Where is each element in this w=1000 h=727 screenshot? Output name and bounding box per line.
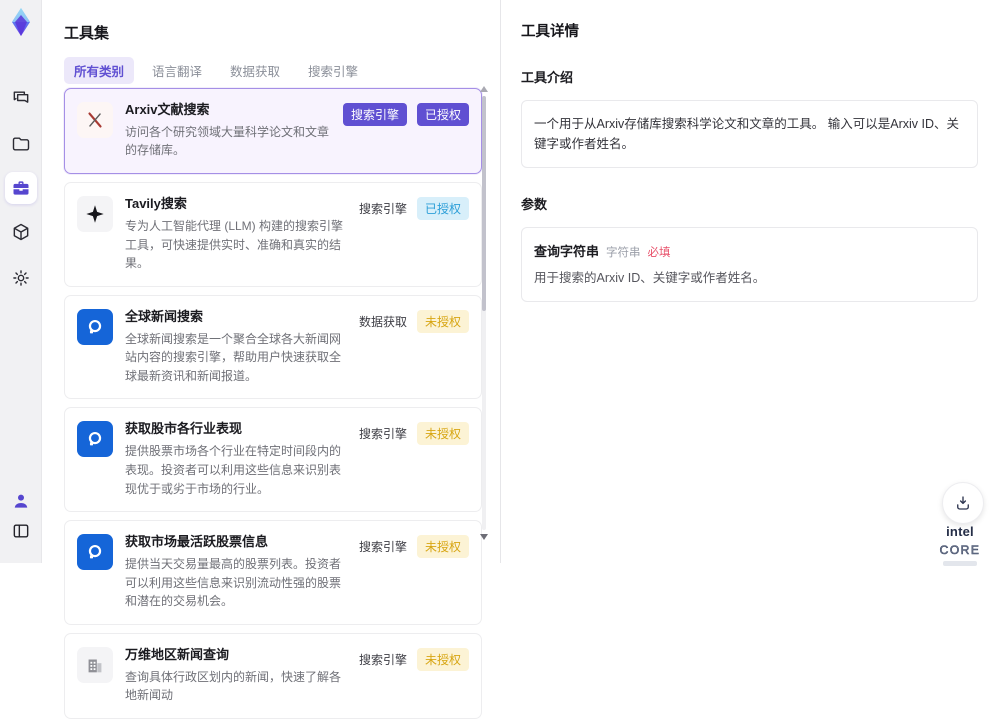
category-label: 数据获取	[358, 314, 407, 329]
tool-meta: 搜索引擎 未授权	[358, 421, 469, 446]
scrollbar-up-arrow[interactable]	[480, 86, 488, 92]
tool-intro-box: 一个用于从Arxiv存储库搜索科学论文和文章的工具。 输入可以是Arxiv ID…	[521, 100, 978, 168]
sidebar-item-chat[interactable]	[5, 82, 37, 114]
tool-card-body: Tavily搜索 专为人工智能代理 (LLM) 构建的搜索引擎工具，可快速提供实…	[125, 196, 347, 273]
tool-card-most-active-stocks[interactable]: 获取市场最活跃股票信息 提供当天交易量最高的股票列表。投资者可以利用这些信息来识…	[64, 520, 482, 625]
tool-card-body: 万维地区新闻查询 查询具体行政区划内的新闻，快速了解各地新闻动	[125, 647, 347, 705]
sidebar-item-panel-toggle[interactable]	[5, 515, 37, 547]
tool-card-regional-news[interactable]: 万维地区新闻查询 查询具体行政区划内的新闻，快速了解各地新闻动 搜索引擎 未授权	[64, 632, 482, 719]
tool-detail-panel: 工具详情 工具介绍 一个用于从Arxiv存储库搜索科学论文和文章的工具。 输入可…	[500, 0, 1000, 563]
sidebar-item-packages[interactable]	[5, 216, 37, 248]
chat-icon	[13, 91, 29, 103]
scrollbar-thumb[interactable]	[482, 96, 486, 311]
detail-panel-title: 工具详情	[521, 24, 579, 40]
tool-description: 专为人工智能代理 (LLM) 构建的搜索引擎工具，可快速提供实时、准确和真实的结…	[125, 218, 344, 271]
list-scrollbar[interactable]	[482, 96, 486, 530]
download-icon	[957, 496, 969, 510]
tool-name: Tavily搜索	[125, 196, 187, 212]
download-button[interactable]	[942, 482, 984, 524]
tool-name: 万维地区新闻查询	[125, 646, 230, 662]
parameter-type: 字符串	[606, 247, 641, 259]
settings-icon	[13, 270, 29, 286]
status-badge: 已授权	[416, 103, 469, 126]
tool-meta: 搜索引擎 已授权	[342, 102, 469, 126]
parameter-required-flag: 必填	[647, 247, 671, 259]
status-badge: 未授权	[416, 535, 469, 559]
tool-name: 获取市场最活跃股票信息	[125, 534, 269, 550]
tab-language-translation[interactable]: 语言翻译	[142, 57, 212, 84]
tool-card-arxiv[interactable]: Arxiv文献搜索 访问各个研究领域大量科学论文和文章的存储库。 搜索引擎 已授…	[64, 88, 482, 175]
category-label: 搜索引擎	[358, 427, 407, 442]
tool-description: 提供股票市场各个行业在特定时间段内的表现。投资者可以利用这些信息来识别表现优于或…	[125, 444, 342, 496]
tavily-star-icon	[77, 196, 113, 233]
sidebar-item-profile[interactable]	[5, 485, 37, 517]
tool-card-body: Arxiv文献搜索 访问各个研究领域大量科学论文和文章的存储库。	[125, 102, 331, 160]
sidebar-item-tools[interactable]	[5, 172, 37, 204]
parameter-header: 查询字符串 字符串 必填	[534, 241, 965, 260]
page-title: 工具集	[64, 25, 110, 42]
tool-meta: 搜索引擎 已授权	[358, 196, 469, 221]
package-icon	[13, 223, 29, 241]
category-label: 搜索引擎	[358, 540, 407, 555]
tool-meta: 数据获取 未授权	[359, 309, 469, 333]
status-badge: 未授权	[416, 422, 469, 446]
parameter-name: 查询字符串	[534, 244, 600, 259]
parameter-description: 用于搜索的Arxiv ID、关键字或作者姓名。	[534, 271, 766, 285]
tool-card-global-news[interactable]: 全球新闻搜索 全球新闻搜索是一个聚合全球各大新闻网站内容的搜索引擎，帮助用户快速…	[64, 294, 482, 400]
arxiv-icon	[77, 102, 113, 138]
tool-card-tavily[interactable]: Tavily搜索 专为人工智能代理 (LLM) 构建的搜索引擎工具，可快速提供实…	[64, 182, 482, 287]
intro-section-title: 工具介绍	[521, 70, 574, 85]
tab-all-categories[interactable]: 所有类别	[64, 57, 135, 84]
tool-list-panel: 工具集 所有类别 语言翻译 数据获取 搜索引擎 Arxiv文献搜索 访问各个研究…	[42, 0, 500, 719]
tool-meta: 搜索引擎 未授权	[358, 534, 469, 559]
news-api-icon	[77, 534, 113, 571]
toolbox-icon	[13, 181, 29, 195]
tool-name: Arxiv文献搜索	[125, 102, 210, 117]
category-tabs: 所有类别 语言翻译 数据获取 搜索引擎	[64, 57, 368, 84]
news-api-icon	[77, 421, 113, 458]
tool-description: 访问各个研究领域大量科学论文和文章的存储库。	[125, 124, 330, 158]
tool-card-body: 获取股市各行业表现 提供股票市场各个行业在特定时间段内的表现。投资者可以利用这些…	[125, 421, 347, 498]
tool-name: 全球新闻搜索	[125, 308, 204, 324]
status-badge: 未授权	[416, 309, 469, 333]
left-sidebar	[0, 0, 42, 563]
tab-data-fetch[interactable]: 数据获取	[220, 57, 290, 84]
tool-name: 获取股市各行业表现	[125, 421, 243, 437]
params-section-title: 参数	[521, 197, 548, 212]
scrollbar-down-arrow[interactable]	[480, 534, 488, 540]
brand-sub-bar	[943, 561, 977, 567]
app-logo-icon	[12, 8, 30, 36]
parameter-box: 查询字符串 字符串 必填 用于搜索的Arxiv ID、关键字或作者姓名。	[521, 227, 978, 302]
sidebar-item-files[interactable]	[5, 128, 37, 160]
core-wordmark: CORE	[939, 542, 981, 557]
tool-meta: 搜索引擎 未授权	[359, 647, 469, 671]
intel-wordmark: intel	[946, 524, 974, 539]
tab-search-engine[interactable]: 搜索引擎	[298, 57, 368, 84]
folder-icon	[12, 137, 30, 151]
tool-card-sector-performance[interactable]: 获取股市各行业表现 提供股票市场各个行业在特定时间段内的表现。投资者可以利用这些…	[64, 407, 482, 513]
intel-core-logo: intel CORE	[928, 523, 992, 567]
tool-card-body: 获取市场最活跃股票信息 提供当天交易量最高的股票列表。投资者可以利用这些信息来识…	[125, 534, 347, 611]
tool-card-list: Arxiv文献搜索 访问各个研究领域大量科学论文和文章的存储库。 搜索引擎 已授…	[64, 88, 482, 727]
category-label: 搜索引擎	[358, 202, 407, 217]
news-api-icon	[77, 308, 113, 345]
tool-description: 查询具体行政区划内的新闻，快速了解各地新闻动	[125, 669, 342, 703]
tool-description: 全球新闻搜索是一个聚合全球各大新闻网站内容的搜索引擎，帮助用户快速获取全球最新资…	[125, 331, 342, 383]
panel-toggle-icon	[13, 524, 29, 538]
news-building-icon	[77, 646, 113, 683]
tool-description: 提供当天交易量最高的股票列表。投资者可以利用这些信息来识别流动性强的股票和潜在的…	[125, 556, 342, 609]
tool-card-body: 全球新闻搜索 全球新闻搜索是一个聚合全球各大新闻网站内容的搜索引擎，帮助用户快速…	[125, 309, 347, 386]
category-badge: 搜索引擎	[342, 103, 407, 126]
user-icon	[14, 494, 28, 508]
status-badge: 已授权	[416, 197, 469, 221]
sidebar-item-settings[interactable]	[5, 262, 37, 294]
status-badge: 未授权	[416, 647, 469, 671]
category-label: 搜索引擎	[358, 652, 407, 667]
